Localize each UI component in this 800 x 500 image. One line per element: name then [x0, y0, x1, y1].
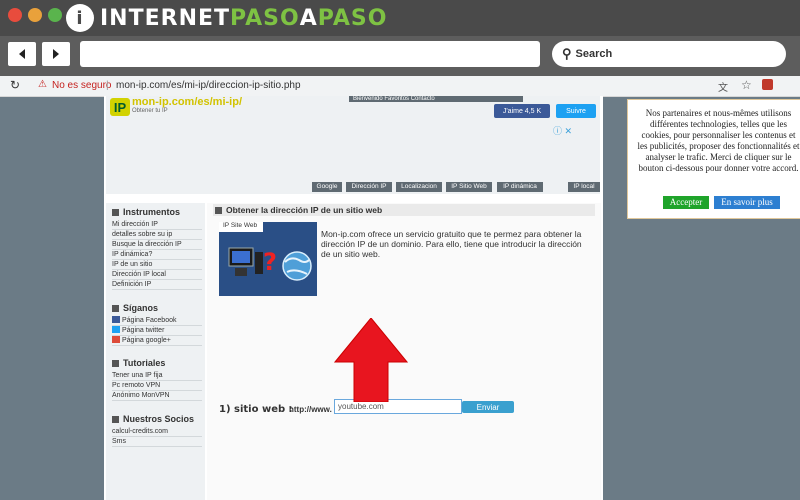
sidebar-item-facebook[interactable]: Página Facebook — [112, 316, 202, 326]
accept-button[interactable]: Accepter — [663, 196, 709, 209]
tab-direccion-ip[interactable]: Dirección IP — [346, 182, 392, 192]
reload-icon[interactable]: ↻ — [10, 78, 20, 92]
translate-icon[interactable]: 文 — [718, 79, 728, 94]
site-header: Bienvenido Favoritos Contacto IP mon-ip.… — [106, 96, 600, 194]
back-button[interactable] — [8, 42, 36, 66]
sidebar-item-anonimo[interactable]: Anónimo MonVPN — [112, 391, 202, 401]
sidebar-item-label: Página Facebook — [122, 317, 177, 324]
submit-button[interactable]: Enviar — [462, 401, 514, 413]
close-window-button[interactable] — [8, 8, 22, 22]
address-bar[interactable]: ↻ ⚠ No es seguro | mon-ip.com/es/mi-ip/d… — [0, 76, 800, 97]
browser-toolbar: ⚲ Search — [0, 36, 800, 76]
sidebar-item-busque[interactable]: Busque la dirección IP — [112, 240, 202, 250]
box-icon — [112, 208, 119, 216]
sidebar-heading-instrumentos: Instrumentos — [112, 207, 180, 217]
svg-text:?: ? — [263, 248, 277, 276]
brand-text-paso-2: PASO — [317, 5, 388, 31]
sidebar-heading-label: Instrumentos — [123, 207, 181, 217]
tab-ip-dinamica[interactable]: IP dinámica — [497, 182, 543, 192]
form-label: 1) sitio web : — [219, 404, 293, 415]
sidebar: Instrumentos Mi dirección IP detalles so… — [106, 203, 205, 500]
site-logo-icon[interactable]: IP — [110, 98, 130, 116]
sidebar-heading-socios: Nuestros Socios — [112, 414, 194, 424]
learn-more-label: En savoir plus — [721, 197, 773, 207]
site-link[interactable]: mon-ip.com/es/mi-ip/ — [132, 96, 242, 108]
main-description: Mon-ip.com ofrece un servicio gratuito q… — [321, 229, 582, 259]
sidebar-item-twitter[interactable]: Página twitter — [112, 326, 202, 336]
url-input[interactable] — [80, 41, 540, 67]
sidebar-item-detalles[interactable]: detalles sobre su ip — [112, 230, 202, 240]
sidebar-heading-label: Síganos — [123, 303, 159, 313]
web-page: Bienvenido Favoritos Contacto IP mon-ip.… — [104, 96, 603, 500]
facebook-like-label: J'aime 4,5 K — [502, 107, 542, 115]
twitter-follow-label: Suivre — [566, 107, 586, 115]
search-icon: ⚲ — [562, 46, 572, 61]
brand-text-internet: INTERNET — [100, 5, 231, 31]
brand-logo-icon: i — [66, 4, 94, 32]
google-plus-icon — [112, 336, 120, 343]
sidebar-item-sms[interactable]: Sms — [112, 437, 202, 447]
sidebar-item-google-plus[interactable]: Página google+ — [112, 336, 202, 346]
sidebar-heading-label: Nuestros Socios — [123, 414, 195, 424]
sidebar-item-calcul-credits[interactable]: calcul-credits.com — [112, 427, 202, 437]
box-icon — [112, 415, 119, 423]
forward-button[interactable] — [42, 42, 70, 66]
brand-logo: i INTERNET PASO A PASO — [66, 4, 387, 32]
sidebar-item-ip-de-un-sitio[interactable]: IP de un sitio — [112, 260, 202, 270]
arrow-right-icon — [53, 49, 59, 59]
cookie-consent-dialog: Nos partenaires et nous-mêmes utilisons … — [627, 99, 800, 219]
security-label: No es seguro — [52, 80, 112, 91]
sidebar-heading-siganos: Síganos — [112, 303, 158, 313]
submit-label: Enviar — [476, 402, 500, 412]
brand-text-a: A — [299, 5, 318, 31]
star-icon[interactable]: ☆ — [741, 78, 752, 92]
ip-site-web-image: IP Site Web ? — [219, 222, 317, 296]
twitter-icon — [112, 326, 120, 333]
sidebar-item-label: Página twitter — [122, 327, 165, 334]
up-arrow-annotation-icon — [334, 318, 408, 402]
sidebar-item-pc-remoto[interactable]: Pc remoto VPN — [112, 381, 202, 391]
url-prefix: http://www. — [289, 405, 332, 414]
box-icon — [112, 359, 119, 367]
search-label: Search — [575, 48, 613, 60]
sidebar-item-ip-fija[interactable]: Tener una IP fija — [112, 371, 202, 381]
facebook-icon — [112, 316, 120, 323]
tab-ip-local[interactable]: IP local — [568, 182, 600, 192]
warning-icon: ⚠ — [38, 79, 47, 90]
sidebar-item-direccion-ip-local[interactable]: Dirección IP local — [112, 270, 202, 280]
site-subtitle: Obtener tu IP — [132, 108, 168, 114]
consent-text: Nos partenaires et nous-mêmes utilisons … — [637, 108, 800, 173]
address-url[interactable]: mon-ip.com/es/mi-ip/direccion-ip-sitio.p… — [116, 80, 301, 91]
address-separator: | — [106, 80, 109, 91]
box-icon — [112, 304, 119, 312]
sidebar-item-mi-direccion-ip[interactable]: Mi dirección IP — [112, 220, 202, 230]
main-title-label: Obtener la dirección IP de un sitio web — [226, 205, 383, 215]
search-input[interactable]: ⚲ Search — [552, 41, 786, 67]
extension-icon[interactable] — [762, 79, 773, 90]
learn-more-button[interactable]: En savoir plus — [714, 196, 780, 209]
twitter-follow-button[interactable]: Suivre — [556, 104, 596, 118]
arrow-left-icon — [19, 49, 25, 59]
tab-google[interactable]: Google — [312, 182, 342, 192]
brand-text-paso: PASO — [230, 5, 300, 31]
sidebar-item-definicion-ip[interactable]: Definición IP — [112, 280, 202, 290]
sidebar-item-ip-dinamica[interactable]: IP dinámica? — [112, 250, 202, 260]
computer-globe-illustration: ? — [228, 247, 312, 281]
maximize-window-button[interactable] — [48, 8, 62, 22]
sidebar-heading-label: Tutoriales — [123, 358, 166, 368]
main-title: Obtener la dirección IP de un sitio web — [213, 204, 595, 216]
site-top-links[interactable]: Bienvenido Favoritos Contacto — [349, 96, 523, 102]
window-titlebar: i INTERNET PASO A PASO — [0, 0, 800, 36]
facebook-like-button[interactable]: J'aime 4,5 K — [494, 104, 550, 118]
tab-localizacion[interactable]: Localizacion — [396, 182, 442, 192]
minimize-window-button[interactable] — [28, 8, 42, 22]
accept-label: Accepter — [669, 197, 703, 207]
tab-ip-sitio-web[interactable]: IP Sitio Web — [446, 182, 492, 192]
ad-choices-icon[interactable]: ⓘ ✕ — [553, 124, 572, 137]
sidebar-item-label: Página google+ — [122, 337, 171, 344]
sidebar-heading-tutoriales: Tutoriales — [112, 358, 165, 368]
box-icon — [215, 206, 222, 214]
